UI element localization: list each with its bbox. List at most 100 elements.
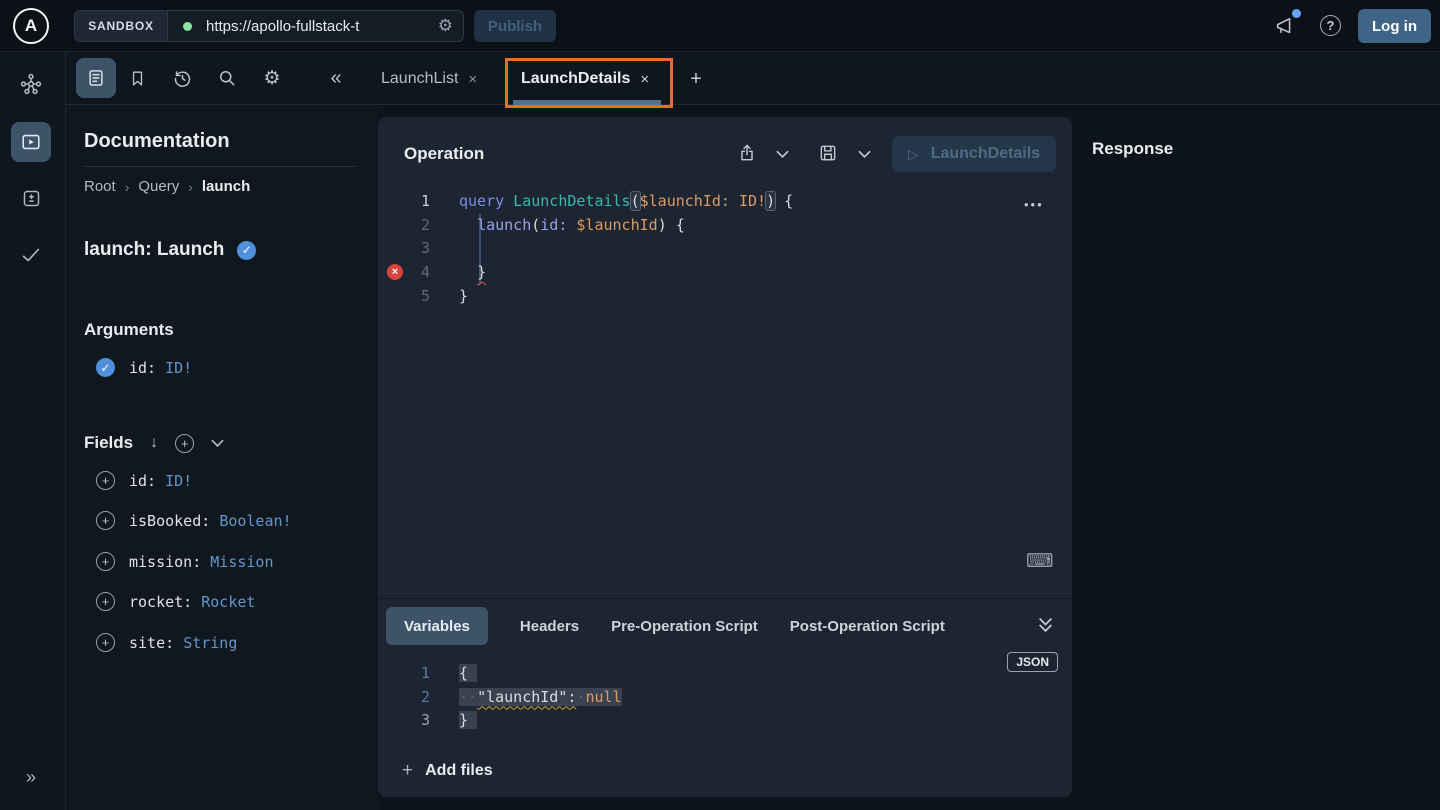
token-brace-selected: } [459, 711, 477, 729]
operation-title: Operation [404, 144, 484, 164]
code-line: 1 query LaunchDetails($launchId: ID!) { [378, 190, 1072, 214]
add-field-icon[interactable]: + [96, 592, 115, 611]
breadcrumb-root[interactable]: Root [84, 178, 116, 195]
code-text: } [459, 285, 468, 309]
check-glyph: ✓ [100, 361, 110, 375]
add-all-fields-icon[interactable]: + [175, 434, 194, 453]
schema-graph-icon[interactable] [11, 64, 51, 104]
field-row[interactable]: + rocket: Rocket [96, 592, 255, 611]
field-type-link[interactable]: Mission [210, 553, 273, 571]
settings-button[interactable]: ⚙ [252, 58, 292, 98]
endpoint-settings-gear-icon[interactable]: ⚙ [438, 16, 453, 36]
announcements-megaphone-icon[interactable] [1274, 15, 1296, 37]
tab-headers[interactable]: Headers [520, 618, 579, 635]
line-number: 2 [378, 686, 430, 710]
json-text: ··"launchId":·null [459, 686, 622, 710]
publish-button[interactable]: Publish [474, 10, 556, 42]
login-button[interactable]: Log in [1358, 9, 1431, 43]
argument-row[interactable]: ✓ id: ID! [96, 358, 192, 377]
save-chevron-down-icon[interactable] [858, 150, 871, 159]
add-field-icon[interactable]: + [96, 633, 115, 652]
line-number: 2 [378, 214, 430, 238]
variables-editor[interactable]: 1 { 2 ··"launchId":·null 3 } [378, 662, 1072, 733]
tab-pre-operation-script[interactable]: Pre-Operation Script [611, 618, 758, 635]
history-button[interactable] [162, 58, 202, 98]
tab-launchlist[interactable]: LaunchList × [381, 64, 477, 94]
token-field: launch [477, 216, 531, 234]
json-text: { [459, 662, 477, 686]
field-type-link[interactable]: ID! [165, 472, 192, 490]
argument-type-link[interactable]: ID! [165, 359, 192, 377]
field-text: isBooked: Boolean! [129, 512, 292, 530]
token-paren-open: ( [531, 216, 540, 234]
field-name: site: [129, 634, 174, 652]
plus-glyph: + [102, 554, 110, 569]
tab-launchlist-label: LaunchList [381, 70, 458, 88]
tab-post-operation-script[interactable]: Post-Operation Script [790, 618, 945, 635]
explorer-toolbar-row: ⚙ « LaunchList × LaunchDetails × + [66, 52, 1440, 105]
add-field-icon[interactable]: + [96, 511, 115, 530]
code-line: 4 } [378, 261, 1072, 285]
fields-chevron-down-icon[interactable] [211, 439, 224, 448]
token-argument: id: [540, 216, 567, 234]
breadcrumb: Root › Query › launch [84, 178, 250, 195]
apollo-sandbox-app: A SANDBOX https://apollo-fullstack-t ⚙ P… [0, 0, 1440, 810]
sandbox-badge[interactable]: SANDBOX [75, 11, 168, 41]
field-type-link[interactable]: Boolean! [219, 512, 291, 530]
help-button[interactable]: ? [1320, 15, 1341, 36]
graphql-editor[interactable]: 1 query LaunchDetails($launchId: ID!) { … [378, 190, 1072, 308]
field-row[interactable]: + id: ID! [96, 471, 192, 490]
field-row[interactable]: + site: String [96, 633, 237, 652]
collapse-panel-button[interactable]: « [316, 58, 356, 98]
save-operation-icon[interactable] [818, 143, 838, 163]
document-icon [86, 68, 106, 88]
line-number: 1 [378, 190, 430, 214]
field-type-link[interactable]: Rocket [201, 593, 255, 611]
breadcrumb-query[interactable]: Query [138, 178, 179, 195]
sort-arrow-down-icon[interactable]: ↓ [150, 434, 158, 452]
search-button[interactable] [207, 58, 247, 98]
error-x-glyph: × [392, 266, 398, 278]
field-type-link[interactable]: String [183, 634, 237, 652]
error-marker-icon[interactable]: × [387, 264, 403, 280]
add-field-icon[interactable]: + [96, 471, 115, 490]
explorer-nav-item[interactable] [11, 122, 51, 162]
saved-operations-button[interactable] [117, 58, 157, 98]
collapse-left-icon: « [330, 67, 341, 90]
run-operation-button[interactable]: ▷ LaunchDetails [892, 136, 1056, 172]
field-row[interactable]: + mission: Mission [96, 552, 274, 571]
selected-json-segment: ··"launchId":·null [459, 688, 622, 706]
apollo-logo-icon[interactable]: A [13, 8, 49, 44]
share-chevron-down-icon[interactable] [776, 150, 789, 159]
run-button-label: LaunchDetails [931, 145, 1040, 163]
documentation-panel-button[interactable] [76, 58, 116, 98]
token-keyword: query [459, 192, 513, 210]
keyboard-shortcuts-icon[interactable]: ⌨ [1026, 550, 1053, 573]
tab-launchlist-close-icon[interactable]: × [468, 71, 477, 88]
field-name: isBooked: [129, 512, 210, 530]
token-variable: $launchId [576, 216, 657, 234]
json-line: 2 ··"launchId":·null [378, 686, 1072, 710]
mocks-nav-item[interactable] [11, 178, 51, 218]
argument-check-icon[interactable]: ✓ [96, 358, 115, 377]
endpoint-url-input[interactable]: https://apollo-fullstack-t [206, 18, 359, 35]
token-brace-error: } [477, 263, 486, 281]
token-brace: { [775, 192, 793, 210]
collapse-request-panel-icon[interactable] [1038, 617, 1053, 633]
checks-nav-item[interactable] [11, 235, 51, 275]
add-files-button[interactable]: + Add files [402, 760, 493, 782]
add-field-icon[interactable]: + [96, 552, 115, 571]
add-files-label: Add files [425, 762, 493, 780]
token-brace-selected: { [459, 664, 477, 682]
share-operation-icon[interactable] [737, 142, 757, 164]
field-name: mission: [129, 553, 201, 571]
token-paren-close: ) [766, 192, 775, 210]
added-check-icon[interactable]: ✓ [237, 241, 256, 260]
token-operation-name: LaunchDetails [513, 192, 630, 210]
tab-variables[interactable]: Variables [386, 607, 488, 645]
json-line: 3 } [378, 709, 1072, 733]
expand-rail-button[interactable]: » [11, 757, 51, 797]
new-tab-button[interactable]: + [686, 64, 706, 94]
field-row[interactable]: + isBooked: Boolean! [96, 511, 292, 530]
top-bar: A SANDBOX https://apollo-fullstack-t ⚙ P… [0, 0, 1440, 52]
